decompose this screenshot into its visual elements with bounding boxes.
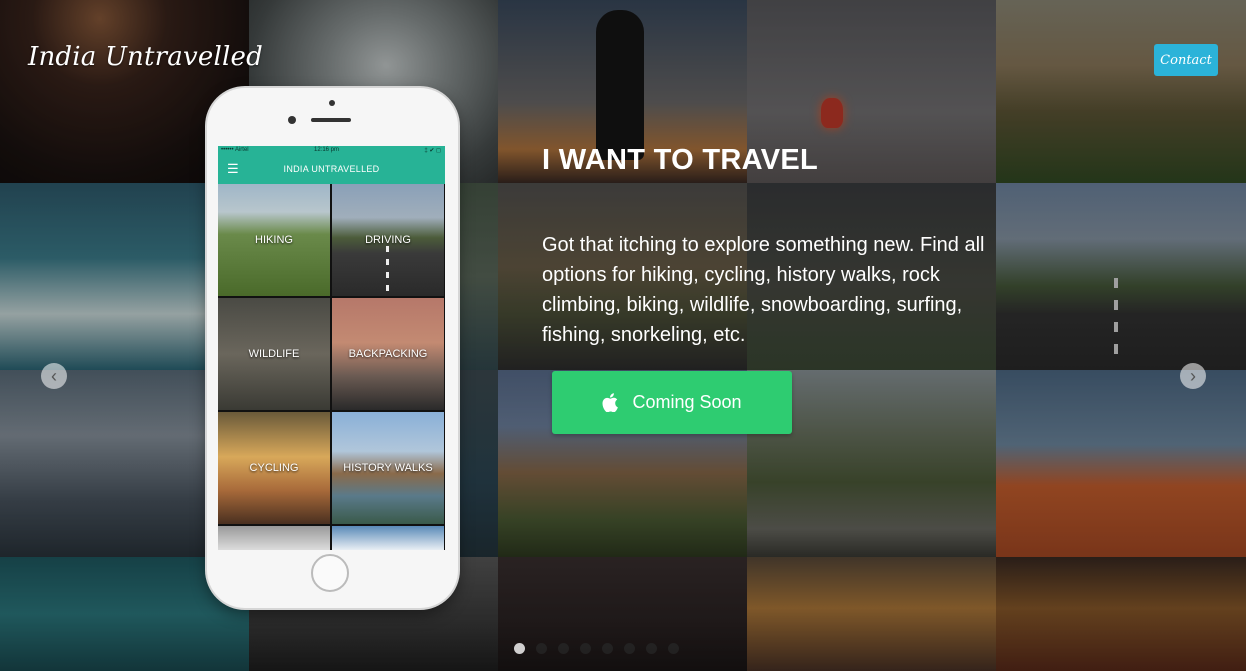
phone-speaker [311,118,351,122]
category-tile-driving[interactable]: DRIVING [332,184,444,296]
carousel-dot[interactable] [558,643,569,654]
phone-mockup: •••••• Airtel 12:16 pm ‡ ✔ ◻ ☰ INDIA UNT… [207,88,458,608]
category-label: DRIVING [365,234,411,246]
status-battery: ‡ ✔ ◻ [424,148,441,154]
category-tile-hiking[interactable]: HIKING [218,184,330,296]
brand-logo[interactable]: India Untravelled [28,42,263,72]
app-title: INDIA UNTRAVELLED [283,164,380,174]
photo-tile-food-drinks [996,557,1246,671]
chevron-right-icon[interactable]: › [1180,363,1206,389]
category-tile-more[interactable] [332,526,444,550]
coming-soon-button[interactable]: Coming Soon [552,371,792,434]
carousel-dot[interactable] [514,643,525,654]
carousel-dot[interactable] [624,643,635,654]
coming-soon-label: Coming Soon [632,392,742,412]
phone-screen: •••••• Airtel 12:16 pm ‡ ✔ ◻ ☰ INDIA UNT… [218,146,445,550]
phone-camera [288,116,296,124]
carousel-dot[interactable] [602,643,613,654]
category-tile-history-walks[interactable]: HISTORY WALKS [332,412,444,524]
carousel-dot[interactable] [536,643,547,654]
contact-button[interactable]: Contact [1154,44,1218,76]
carousel-dot[interactable] [668,643,679,654]
hero-title: I WANT TO TRAVEL [542,144,818,176]
category-tile-more[interactable] [218,526,330,550]
category-label: BACKPACKING [348,348,428,360]
chevron-left-icon[interactable]: ‹ [41,363,67,389]
phone-status-bar: •••••• Airtel 12:16 pm ‡ ✔ ◻ [218,146,445,156]
status-carrier: •••••• Airtel [221,147,249,153]
app-header: ☰ INDIA UNTRAVELLED [218,156,445,184]
category-label: HIKING [255,234,293,246]
status-time: 12:16 pm [314,147,340,153]
photo-tile-town [996,0,1246,187]
photo-tile-open-road [996,183,1246,370]
category-label: CYCLING [249,462,299,474]
category-label: WILDLIFE [248,348,300,360]
photo-tile-desert [996,370,1246,557]
phone-sensor [329,100,335,106]
carousel-dot[interactable] [646,643,657,654]
category-label: HISTORY WALKS [343,462,433,474]
carousel-dots [514,643,679,654]
category-tile-cycling[interactable]: CYCLING [218,412,330,524]
category-tile-wildlife[interactable]: WILDLIFE [218,298,330,410]
phone-home-button[interactable] [311,554,349,592]
carousel-dot[interactable] [580,643,591,654]
category-tile-backpacking[interactable]: BACKPACKING [332,298,444,410]
hero-description: Got that itching to explore something ne… [542,234,985,346]
photo-tile-sunset-ride [747,557,996,671]
apple-icon [602,393,619,412]
